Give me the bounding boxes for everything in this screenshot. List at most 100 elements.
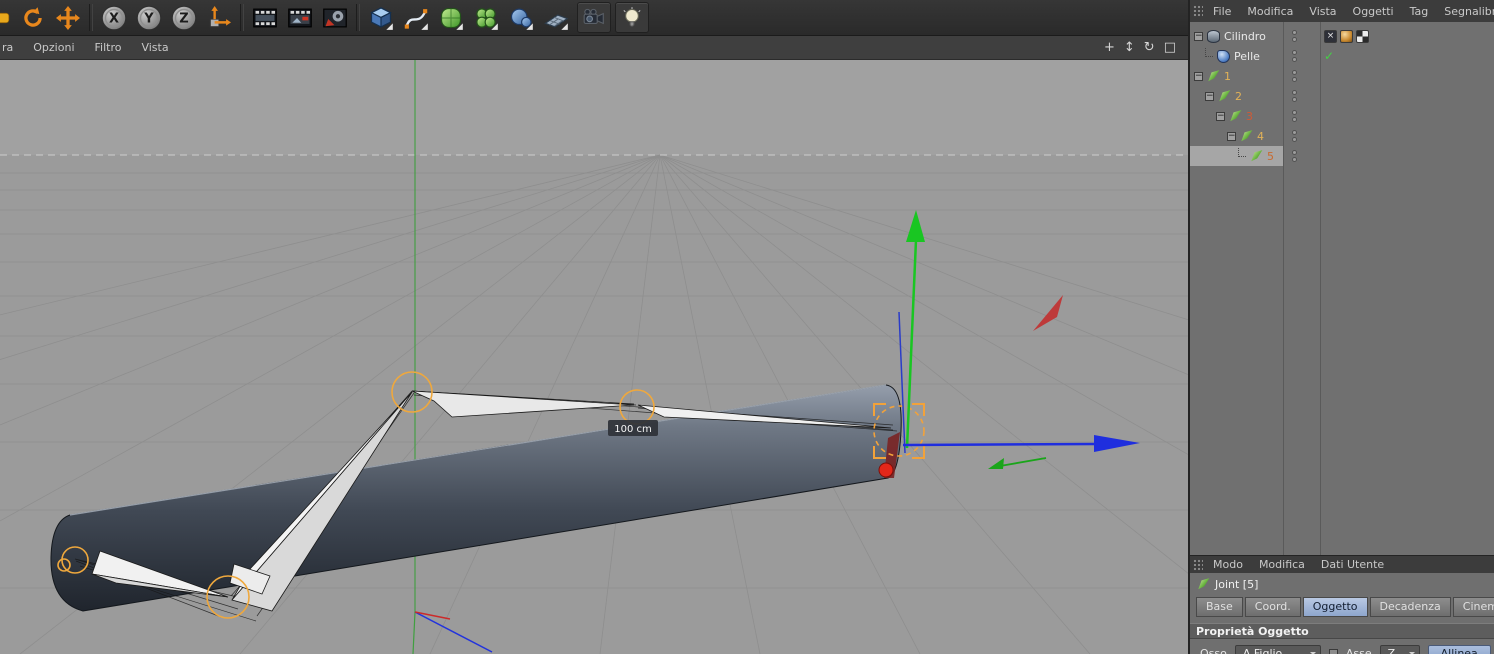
red-point-handle[interactable] (878, 462, 894, 478)
viewport-menu-opzioni[interactable]: Opzioni (23, 41, 84, 54)
toggle-view-icon[interactable]: □ (1164, 41, 1176, 54)
align-button[interactable]: Allinea (1427, 644, 1491, 654)
tree-row-4[interactable]: −4 (1190, 126, 1494, 146)
undo-partial-icon[interactable] (0, 2, 15, 33)
toolbar-separator (240, 4, 244, 31)
object-label: 1 (1224, 69, 1231, 83)
expander-icon[interactable]: − (1194, 71, 1203, 81)
tree-row-cilindro[interactable]: − Cilindro (1190, 26, 1494, 46)
visibility-dot[interactable] (1292, 137, 1297, 142)
viewport-3d[interactable]: 100 cm (0, 60, 1494, 654)
tab-coord[interactable]: Coord. (1244, 597, 1301, 617)
visibility-dots[interactable] (1283, 86, 1320, 106)
move-axis-icon[interactable] (51, 2, 85, 33)
add-floor-icon[interactable] (539, 2, 573, 33)
am-menu-modo[interactable]: Modo (1205, 558, 1251, 571)
add-light-icon[interactable] (615, 2, 649, 33)
om-menu-tag[interactable]: Tag (1402, 5, 1437, 18)
object-label: 3 (1246, 109, 1253, 123)
joint-icon (1219, 90, 1231, 102)
om-menu-oggetti[interactable]: Oggetti (1345, 5, 1402, 18)
visibility-dot[interactable] (1292, 157, 1297, 162)
add-cube-icon[interactable] (364, 2, 398, 33)
axis-checkbox[interactable] (1328, 649, 1338, 654)
am-menu-modifica[interactable]: Modifica (1251, 558, 1313, 571)
attribute-manager-menubar: Modo Modifica Dati Utente (1190, 555, 1494, 573)
panel-grip-icon[interactable] (1193, 558, 1203, 571)
tree-row-1[interactable]: −1 (1190, 66, 1494, 86)
visibility-dots[interactable] (1283, 26, 1320, 46)
axis-label: Asse (1345, 647, 1372, 654)
visibility-dot[interactable] (1292, 130, 1297, 135)
expander-icon[interactable]: − (1227, 131, 1236, 141)
add-metaball-icon[interactable] (504, 2, 538, 33)
dolly-icon[interactable]: ↕ (1124, 41, 1135, 54)
lock-z-label: Z (179, 11, 188, 26)
bone-dropdown[interactable]: A Figlio (1234, 644, 1321, 654)
object-manager-menubar: File Modifica Vista Oggetti Tag Segnalibri (1190, 0, 1494, 22)
add-camera-icon[interactable] (577, 2, 611, 33)
visibility-dot[interactable] (1292, 70, 1297, 75)
visibility-dot[interactable] (1292, 30, 1297, 35)
visibility-dots[interactable] (1283, 46, 1320, 66)
om-menu-vista[interactable]: Vista (1301, 5, 1344, 18)
visibility-dots[interactable] (1283, 126, 1320, 146)
om-menu-modifica[interactable]: Modifica (1239, 5, 1301, 18)
axis-dropdown[interactable]: Z (1379, 644, 1420, 654)
panel-grip-icon[interactable] (1193, 5, 1203, 17)
am-menu-dati-utente[interactable]: Dati Utente (1313, 558, 1392, 571)
om-menu-segnalibri[interactable]: Segnalibri (1436, 5, 1494, 18)
redo-icon[interactable] (16, 2, 50, 33)
coord-system-button[interactable] (202, 2, 236, 33)
visibility-dots[interactable] (1283, 66, 1320, 86)
tab-base[interactable]: Base (1196, 597, 1243, 617)
visibility-dot[interactable] (1292, 77, 1297, 82)
tree-row-name: Pelle (1190, 46, 1283, 66)
tree-row-5[interactable]: 5 (1190, 146, 1494, 166)
pan-icon[interactable]: + (1104, 41, 1115, 54)
visibility-dot[interactable] (1292, 50, 1297, 55)
tree-row-3[interactable]: −3 (1190, 106, 1494, 126)
viewport-menu-vista[interactable]: Vista (131, 41, 178, 54)
tag-area: ✓ (1320, 46, 1494, 66)
visibility-dot[interactable] (1292, 90, 1297, 95)
viewport-menu-filtro[interactable]: Filtro (85, 41, 132, 54)
tab-oggetto[interactable]: Oggetto (1302, 597, 1368, 617)
lock-y-button[interactable]: Y (132, 2, 166, 33)
tree-row-2[interactable]: −2 (1190, 86, 1494, 106)
visibility-dot[interactable] (1292, 150, 1297, 155)
add-spline-icon[interactable] (399, 2, 433, 33)
tab-cinemat[interactable]: Cinemat (1452, 597, 1494, 617)
render-view-icon[interactable] (248, 2, 282, 33)
distance-label: 100 cm (614, 424, 652, 435)
visibility-dot[interactable] (1292, 97, 1297, 102)
visibility-dot[interactable] (1292, 117, 1297, 122)
expander-icon[interactable]: − (1194, 31, 1203, 41)
om-menu-file[interactable]: File (1205, 5, 1239, 18)
texture-tag-icon[interactable] (1356, 29, 1369, 43)
tree-row-pelle[interactable]: Pelle ✓ (1190, 46, 1494, 66)
main-toolbar: X Y Z (0, 0, 1188, 36)
phong-tag-icon[interactable] (1340, 29, 1353, 43)
weights-tag-icon[interactable] (1324, 29, 1337, 43)
tab-decadenza[interactable]: Decadenza (1369, 597, 1451, 617)
lock-x-button[interactable]: X (97, 2, 131, 33)
add-subdivision-icon[interactable] (434, 2, 468, 33)
viewport-canvas[interactable]: 100 cm (0, 60, 1494, 654)
visibility-dot[interactable] (1292, 57, 1297, 62)
skin-icon (1217, 49, 1230, 63)
visibility-dot[interactable] (1292, 37, 1297, 42)
add-array-icon[interactable] (469, 2, 503, 33)
render-settings-icon[interactable] (318, 2, 352, 33)
expander-icon[interactable]: − (1205, 91, 1214, 101)
object-label: 2 (1235, 89, 1242, 103)
visibility-dots[interactable] (1283, 106, 1320, 126)
render-to-picture-icon[interactable] (283, 2, 317, 33)
lock-z-button[interactable]: Z (167, 2, 201, 33)
visibility-dot[interactable] (1292, 110, 1297, 115)
visibility-dots[interactable] (1283, 146, 1320, 166)
rotate-icon[interactable]: ↻ (1144, 41, 1155, 54)
toolbar-separator (89, 4, 93, 31)
expander-icon[interactable]: − (1216, 111, 1225, 121)
viewport-menu-ra[interactable]: ra (0, 41, 23, 54)
